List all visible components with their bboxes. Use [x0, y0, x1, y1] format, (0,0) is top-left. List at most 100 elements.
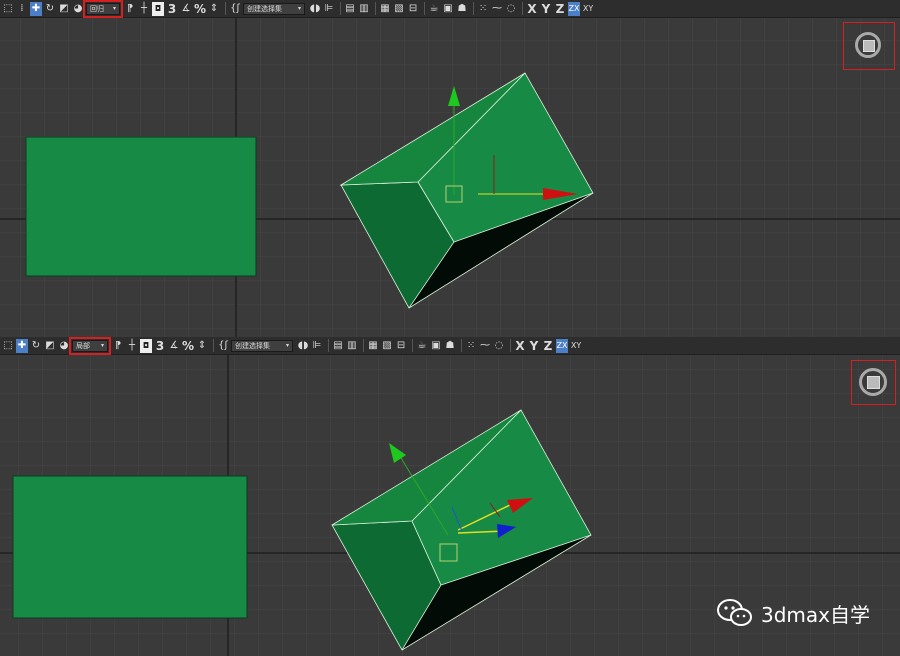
schematic-view-icon[interactable]: ▧: [381, 339, 393, 353]
separator: [225, 2, 227, 15]
named-selection-value: 创建选择集: [247, 4, 283, 13]
viewcube-square: [863, 40, 875, 52]
angle-snap-icon[interactable]: ∡: [168, 339, 180, 353]
curve-editor-icon[interactable]: ▦: [367, 339, 379, 353]
scale-icon[interactable]: ◩: [58, 2, 70, 16]
material-editor-icon[interactable]: ⊟: [395, 339, 407, 353]
watermark-text: 3dmax自学: [761, 602, 870, 627]
separator: [522, 2, 524, 15]
main-toolbar-top: ⬚ ⁞ ✚ ↻ ◩ ◕ 回归 ▾ ⁋ ┼ ◘ 3 ∡ % ⇕ {ʃ 创建选择集 ▾ …: [0, 0, 900, 18]
axis-zx-button[interactable]: ZX: [556, 338, 569, 353]
axis-z-button[interactable]: Z: [542, 339, 554, 353]
viewport-top[interactable]: [0, 18, 900, 337]
separator: [412, 339, 414, 352]
edit-named-sets-icon[interactable]: {ʃ: [217, 339, 229, 353]
dotted-circle-icon[interactable]: ◌: [493, 339, 505, 353]
select-region-icon[interactable]: ⬚: [2, 2, 14, 16]
named-selection-dropdown[interactable]: 创建选择集 ▾: [231, 339, 294, 352]
separator: [424, 2, 426, 15]
viewcube-icon[interactable]: [855, 32, 881, 58]
separator: [363, 339, 365, 352]
chevron-down-icon: ▾: [100, 342, 104, 349]
dash-icon[interactable]: ⁓: [479, 339, 491, 353]
reference-coord-dropdown[interactable]: 回归 ▾: [83, 0, 123, 18]
snap-toggle[interactable]: 3: [166, 2, 178, 16]
grid-icon[interactable]: ⁙: [465, 339, 477, 353]
select-region-icon[interactable]: ⬚: [2, 339, 14, 353]
wechat-icon: [717, 599, 752, 626]
material-editor-icon[interactable]: ⊟: [407, 2, 419, 16]
reference-coord-dropdown[interactable]: 局部 ▾: [69, 337, 111, 355]
rendered-frame-icon[interactable]: ▣: [430, 339, 442, 353]
chevron-down-icon: ▾: [112, 5, 116, 12]
window-crossing-icon[interactable]: ⁞: [16, 2, 28, 16]
move-icon[interactable]: ✚: [30, 1, 42, 16]
move-icon[interactable]: ✚: [16, 338, 28, 353]
place-icon[interactable]: ◕: [72, 2, 84, 16]
named-selection-dropdown[interactable]: 创建选择集 ▾: [243, 2, 306, 15]
flat-plane-object[interactable]: [25, 136, 257, 277]
pivot-icon[interactable]: ⁋: [124, 2, 136, 16]
percent-snap[interactable]: %: [182, 339, 194, 353]
render-setup-icon[interactable]: ☕: [428, 2, 440, 16]
select-manipulate-icon[interactable]: ┼: [126, 339, 138, 353]
reference-coord-value: 回归: [90, 4, 104, 13]
axis-x-button[interactable]: X: [514, 339, 526, 353]
separator: [473, 2, 475, 15]
reference-coord-value: 局部: [76, 341, 90, 350]
edit-named-sets-icon[interactable]: {ʃ: [229, 2, 241, 16]
keyboard-shortcut-icon[interactable]: ◘: [140, 338, 152, 353]
percent-snap[interactable]: %: [194, 2, 206, 16]
bottom-panel: ⬚ ✚ ↻ ◩ ◕ 局部 ▾ ⁋ ┼ ◘ 3 ∡ % ⇕ {ʃ 创建选择集 ▾ ◖◗…: [0, 337, 900, 656]
axis-x-button[interactable]: X: [526, 2, 538, 16]
ribbon-icon[interactable]: ▥: [346, 339, 358, 353]
named-selection-value: 创建选择集: [235, 341, 271, 350]
main-toolbar-bottom: ⬚ ✚ ↻ ◩ ◕ 局部 ▾ ⁋ ┼ ◘ 3 ∡ % ⇕ {ʃ 创建选择集 ▾ ◖◗…: [0, 337, 900, 355]
keyboard-shortcut-icon[interactable]: ◘: [152, 1, 164, 16]
select-manipulate-icon[interactable]: ┼: [138, 2, 150, 16]
scale-icon[interactable]: ◩: [44, 339, 56, 353]
render-icon[interactable]: ☗: [444, 339, 456, 353]
dash-icon[interactable]: ⁓: [491, 2, 503, 16]
viewcube-highlight: [851, 360, 896, 405]
viewport-top-canvas[interactable]: [0, 18, 900, 337]
separator: [375, 2, 377, 15]
rendered-frame-icon[interactable]: ▣: [442, 2, 454, 16]
axis-xy-button[interactable]: XY: [570, 339, 582, 353]
mirror-icon[interactable]: ◖◗: [309, 2, 321, 16]
dotted-circle-icon[interactable]: ◌: [505, 2, 517, 16]
axis-y-button[interactable]: Y: [540, 2, 552, 16]
flat-plane-object[interactable]: [12, 475, 248, 619]
axis-z-button[interactable]: Z: [554, 2, 566, 16]
grid-icon[interactable]: ⁙: [477, 2, 489, 16]
separator: [461, 339, 463, 352]
viewport-bottom[interactable]: 3dmax自学: [0, 355, 900, 656]
watermark: 3dmax自学: [717, 598, 870, 628]
schematic-view-icon[interactable]: ▧: [393, 2, 405, 16]
rotate-icon[interactable]: ↻: [30, 339, 42, 353]
axis-y-button[interactable]: Y: [528, 339, 540, 353]
axis-xy-button[interactable]: XY: [582, 2, 594, 16]
separator: [213, 339, 215, 352]
separator: [510, 339, 512, 352]
ribbon-icon[interactable]: ▥: [358, 2, 370, 16]
layer-manager-icon[interactable]: ▤: [344, 2, 356, 16]
pivot-icon[interactable]: ⁋: [112, 339, 124, 353]
align-icon[interactable]: ⊫: [311, 339, 323, 353]
mirror-icon[interactable]: ◖◗: [297, 339, 309, 353]
curve-editor-icon[interactable]: ▦: [379, 2, 391, 16]
snap-toggle[interactable]: 3: [154, 339, 166, 353]
render-setup-icon[interactable]: ☕: [416, 339, 428, 353]
spinner-snap-icon[interactable]: ⇕: [196, 339, 208, 353]
chevron-down-icon: ▾: [286, 342, 290, 349]
angle-snap-icon[interactable]: ∡: [180, 2, 192, 16]
axis-zx-button[interactable]: ZX: [568, 1, 581, 16]
spinner-snap-icon[interactable]: ⇕: [208, 2, 220, 16]
layer-manager-icon[interactable]: ▤: [332, 339, 344, 353]
render-icon[interactable]: ☗: [456, 2, 468, 16]
viewcube-icon[interactable]: [859, 368, 887, 396]
align-icon[interactable]: ⊫: [323, 2, 335, 16]
rotate-icon[interactable]: ↻: [44, 2, 56, 16]
separator: [328, 339, 330, 352]
place-icon[interactable]: ◕: [58, 339, 70, 353]
